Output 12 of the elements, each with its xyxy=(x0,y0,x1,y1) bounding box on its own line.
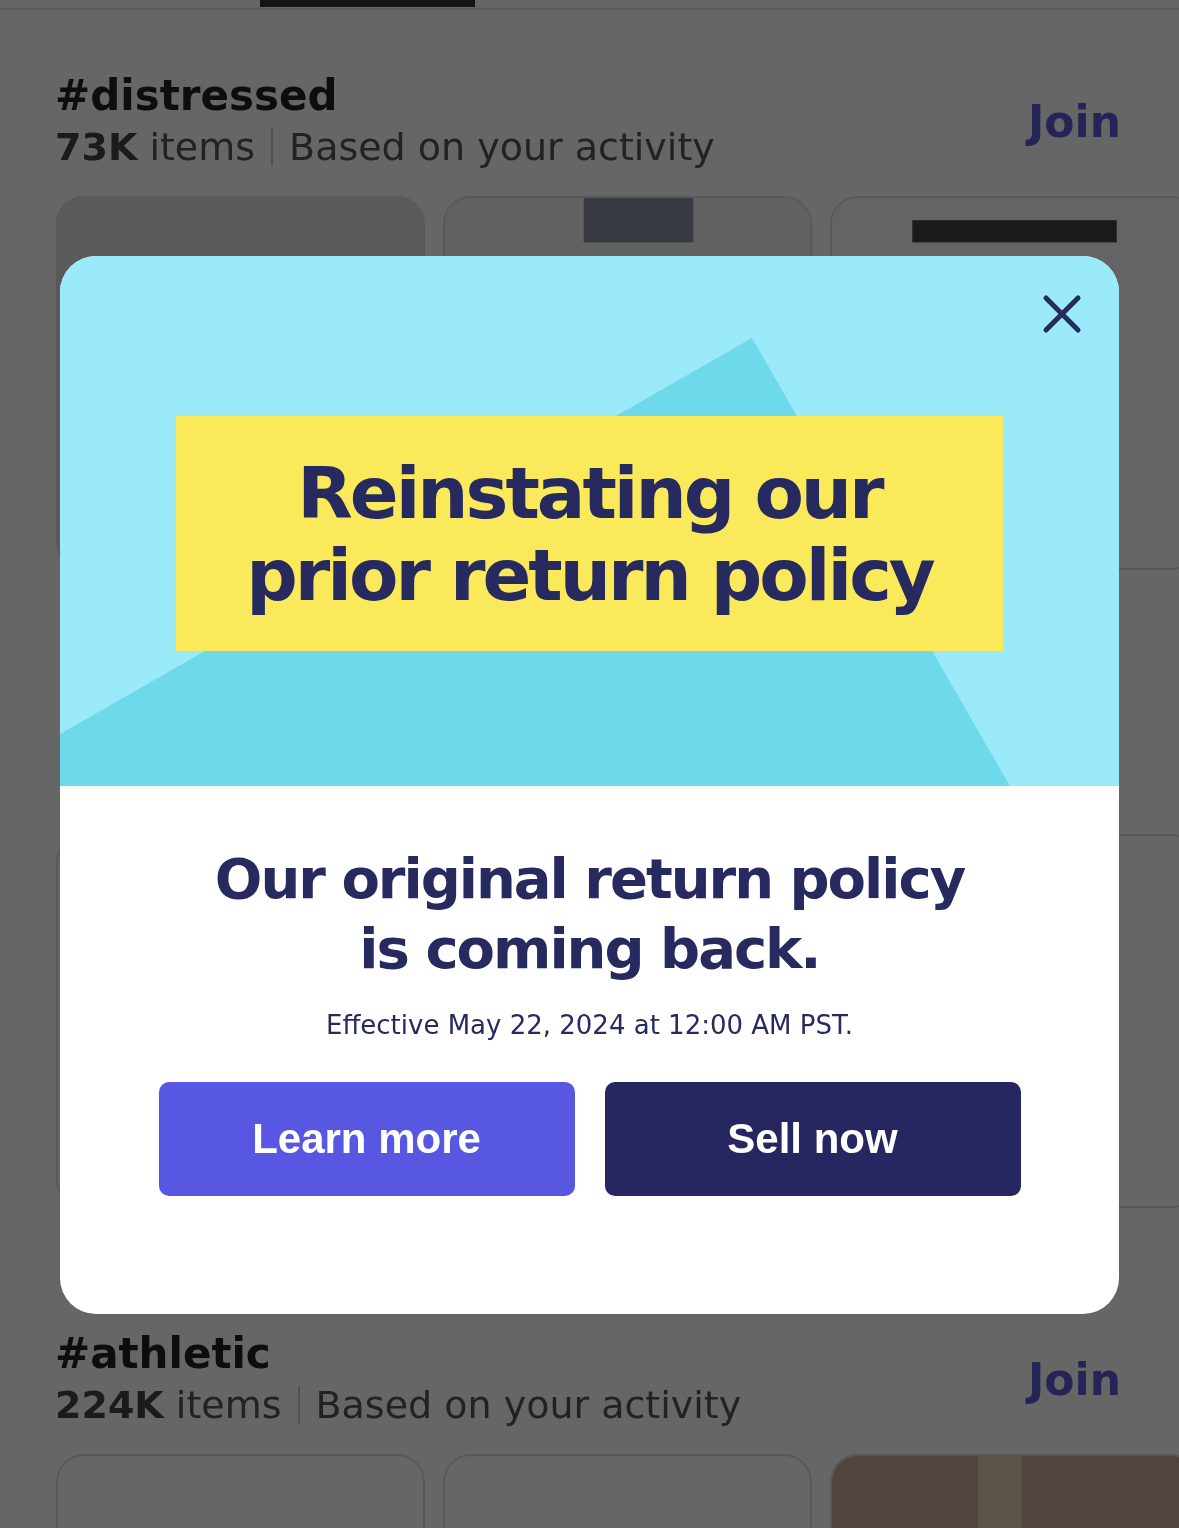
effective-date-text: Effective May 22, 2024 at 12:00 AM PST. xyxy=(325,1010,854,1040)
learn-more-button[interactable]: Learn more xyxy=(158,1082,575,1196)
item-count: 224K items xyxy=(55,1382,282,1429)
close-icon[interactable] xyxy=(1042,294,1082,334)
hashtag-title: #distressed xyxy=(55,70,339,122)
item-count: 73K items xyxy=(55,124,256,171)
hashtag-title: #athletic xyxy=(55,1328,272,1380)
reason-text: Based on your activity xyxy=(289,124,715,171)
dialog-heading: Our original return policy is coming back. xyxy=(214,845,965,983)
reason-text: Based on your activity xyxy=(315,1382,742,1429)
banner-title: Reinstating our prior return policy xyxy=(176,416,1003,651)
sell-now-button[interactable]: Sell now xyxy=(604,1082,1021,1196)
